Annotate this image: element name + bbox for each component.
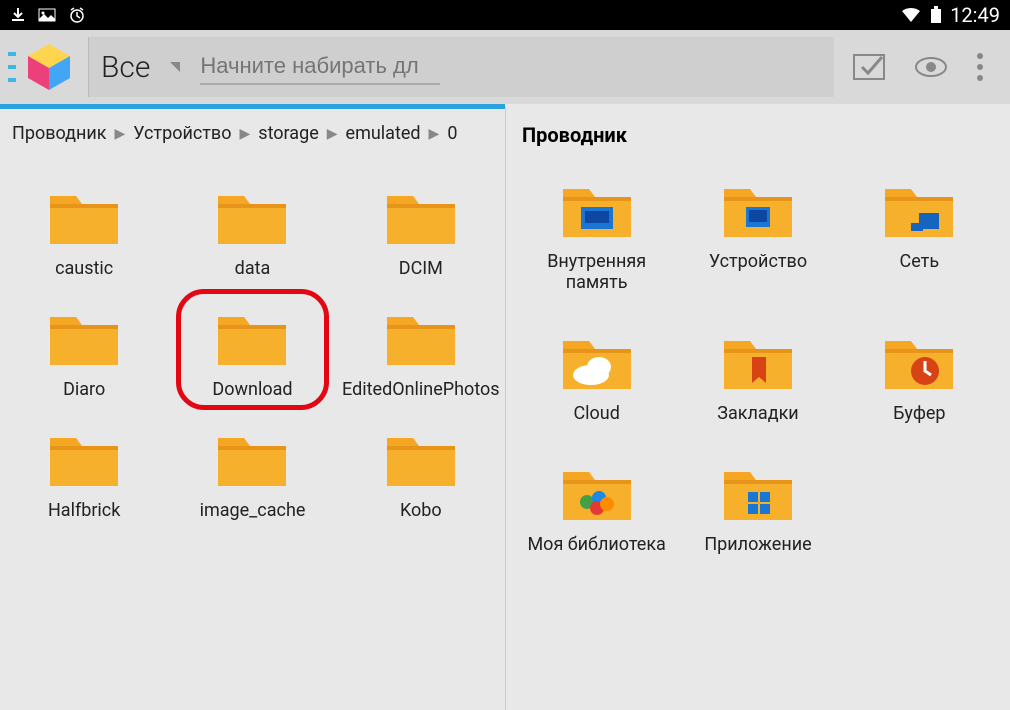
folder-item-устройство[interactable]: Устройство: [677, 161, 838, 303]
breadcrumb-item[interactable]: emulated: [346, 123, 421, 144]
folder-icon: [383, 186, 459, 248]
breadcrumb-item[interactable]: Проводник: [12, 123, 107, 144]
dropdown-icon[interactable]: [170, 62, 180, 72]
folder-item-kobo[interactable]: Kobo: [337, 410, 505, 531]
search-input[interactable]: [200, 49, 440, 85]
image-icon: [38, 8, 56, 22]
folder-item-diaro[interactable]: Diaro: [0, 289, 168, 410]
folder-item-dcim[interactable]: DCIM: [337, 168, 505, 289]
chevron-right-icon: ▶: [429, 126, 440, 142]
folder-label: Cloud: [573, 403, 619, 424]
breadcrumb[interactable]: Проводник ▶ Устройство ▶ storage ▶ emulated ▶ 0: [0, 109, 505, 158]
folder-item-editedonlinephotos[interactable]: EditedOnlinePhotos: [337, 289, 505, 410]
folder-label: Внутренняя память: [516, 251, 677, 293]
folder-label: Halfbrick: [48, 500, 120, 521]
folder-icon: [720, 179, 796, 241]
folder-icon: [881, 331, 957, 393]
folder-label: Моя библиотека: [527, 534, 665, 555]
folder-label: data: [235, 258, 271, 279]
folder-label: Сеть: [900, 251, 940, 272]
folder-icon: [559, 462, 635, 524]
folder-icon: [720, 331, 796, 393]
overflow-menu-icon[interactable]: [976, 52, 984, 82]
folder-item-download[interactable]: Download: [168, 289, 336, 410]
folder-item-приложение[interactable]: Приложение: [677, 444, 838, 565]
folder-item-буфер[interactable]: Буфер: [839, 313, 1000, 434]
folder-label: Буфер: [893, 403, 945, 424]
folder-icon: [383, 428, 459, 490]
breadcrumb-item[interactable]: Устройство: [133, 123, 231, 144]
folder-icon: [881, 179, 957, 241]
download-icon: [10, 7, 26, 23]
folder-icon: [214, 186, 290, 248]
folder-label: Закладки: [717, 403, 798, 424]
folder-label: Kobo: [400, 500, 442, 521]
battery-icon: [930, 6, 942, 24]
folder-label: image_cache: [200, 500, 306, 521]
folder-item-cloud[interactable]: Cloud: [516, 313, 677, 434]
chevron-right-icon: ▶: [327, 126, 338, 142]
left-panel: Проводник▶Устройство▶storage▶emulated▶0 …: [0, 104, 505, 710]
folder-label: Download: [212, 379, 292, 400]
right-panel: Проводник Внутренняя память Устройство С…: [505, 104, 1010, 710]
folder-item-внутренняя-память[interactable]: Внутренняя память: [516, 161, 677, 303]
breadcrumb-item[interactable]: 0: [447, 123, 457, 144]
folder-item-data[interactable]: data: [168, 168, 336, 289]
folder-item-image_cache[interactable]: image_cache: [168, 410, 336, 531]
app-logo[interactable]: [20, 38, 78, 96]
folder-icon: [720, 462, 796, 524]
folder-icon: [214, 428, 290, 490]
alarm-icon: [68, 6, 86, 24]
folder-label: Устройство: [709, 251, 807, 272]
folder-icon: [46, 186, 122, 248]
folder-item-halfbrick[interactable]: Halfbrick: [0, 410, 168, 531]
toolbar: Все: [0, 30, 1010, 104]
status-bar: 12:49: [0, 0, 1010, 30]
filter-label[interactable]: Все: [101, 50, 150, 85]
wifi-icon: [900, 7, 922, 23]
right-panel-title: Проводник: [506, 109, 1010, 161]
folder-label: EditedOnlinePhotos: [342, 379, 500, 400]
folder-icon: [559, 179, 635, 241]
folder-icon: [214, 307, 290, 369]
folder-label: Приложение: [704, 534, 811, 555]
chevron-right-icon: ▶: [115, 126, 126, 142]
select-mode-icon[interactable]: [852, 53, 886, 81]
breadcrumb-item[interactable]: storage: [258, 123, 318, 144]
folder-icon: [559, 331, 635, 393]
folder-item-моя-библиотека[interactable]: Моя библиотека: [516, 444, 677, 565]
folder-item-закладки[interactable]: Закладки: [677, 313, 838, 434]
chevron-right-icon: ▶: [240, 126, 251, 142]
folder-icon: [46, 428, 122, 490]
folder-item-caustic[interactable]: caustic: [0, 168, 168, 289]
folder-label: DCIM: [399, 258, 443, 279]
folder-item-сеть[interactable]: Сеть: [839, 161, 1000, 303]
status-time: 12:49: [950, 3, 1000, 27]
folder-icon: [46, 307, 122, 369]
visibility-icon[interactable]: [914, 56, 948, 78]
folder-label: caustic: [55, 258, 113, 279]
folder-icon: [383, 307, 459, 369]
folder-label: Diaro: [63, 379, 105, 400]
menu-icon[interactable]: [8, 47, 16, 87]
